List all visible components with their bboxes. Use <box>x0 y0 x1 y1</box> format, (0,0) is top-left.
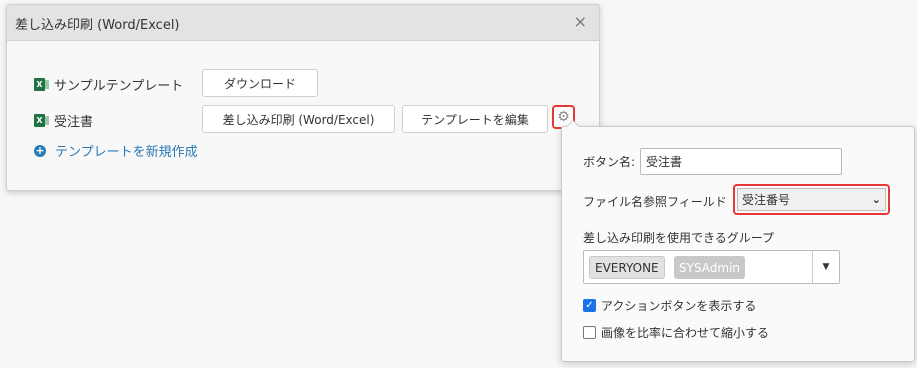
button-name-label: ボタン名: <box>583 155 636 169</box>
new-template-label: テンプレートを新規作成 <box>55 145 198 160</box>
dropdown-arrow-icon[interactable]: ▼ <box>812 251 839 283</box>
groups-multiselect[interactable]: EVERYONE SYSAdmin ▼ <box>583 250 840 284</box>
sample-template-row: X サンプルテンプレート <box>34 75 183 94</box>
group-tag-sysadmin[interactable]: SYSAdmin <box>674 256 746 279</box>
mail-merge-button[interactable]: 差し込み印刷 (Word/Excel) <box>202 105 395 133</box>
scale-image-checkbox[interactable] <box>583 326 596 339</box>
chevron-down-icon: ⌄ <box>871 193 881 206</box>
order-template-row: X 受注書 <box>34 111 93 130</box>
groups-label: 差し込み印刷を使用できるグループ <box>583 231 775 245</box>
download-button[interactable]: ダウンロード <box>202 69 318 97</box>
show-action-button-checkbox[interactable]: ✓ <box>583 299 596 312</box>
button-name-input[interactable]: 受注書 <box>640 148 842 175</box>
excel-icon: X <box>34 78 49 91</box>
popup-pointer-inner <box>567 121 579 127</box>
file-field-value: 受注番号 <box>742 193 791 207</box>
dialog-header: 差し込み印刷 (Word/Excel) × <box>7 5 599 41</box>
button-name-value: 受注書 <box>646 155 683 169</box>
excel-icon: X <box>34 114 49 127</box>
edit-template-button[interactable]: テンプレートを編集 <box>402 105 548 133</box>
mail-merge-dialog: 差し込み印刷 (Word/Excel) × <box>6 4 600 191</box>
new-template-link[interactable]: + テンプレートを新規作成 <box>34 141 198 160</box>
dialog-title: 差し込み印刷 (Word/Excel) <box>15 18 180 33</box>
file-field-label: ファイル名参照フィールド <box>583 195 727 209</box>
group-tag-everyone[interactable]: EVERYONE <box>589 256 665 279</box>
show-action-button-option[interactable]: ✓ アクションボタンを表示する <box>583 297 756 314</box>
file-field-select[interactable]: 受注番号 ⌄ <box>737 188 886 211</box>
scale-image-label: 画像を比率に合わせて縮小する <box>601 326 770 340</box>
show-action-button-label: アクションボタンを表示する <box>601 299 757 313</box>
scale-image-option[interactable]: 画像を比率に合わせて縮小する <box>583 324 769 341</box>
plus-circle-icon: + <box>34 143 46 157</box>
sample-template-label: サンプルテンプレート <box>54 79 184 94</box>
order-template-label: 受注書 <box>54 115 94 130</box>
close-icon[interactable]: × <box>574 12 587 31</box>
file-field-select-highlight: 受注番号 ⌄ <box>733 184 890 215</box>
